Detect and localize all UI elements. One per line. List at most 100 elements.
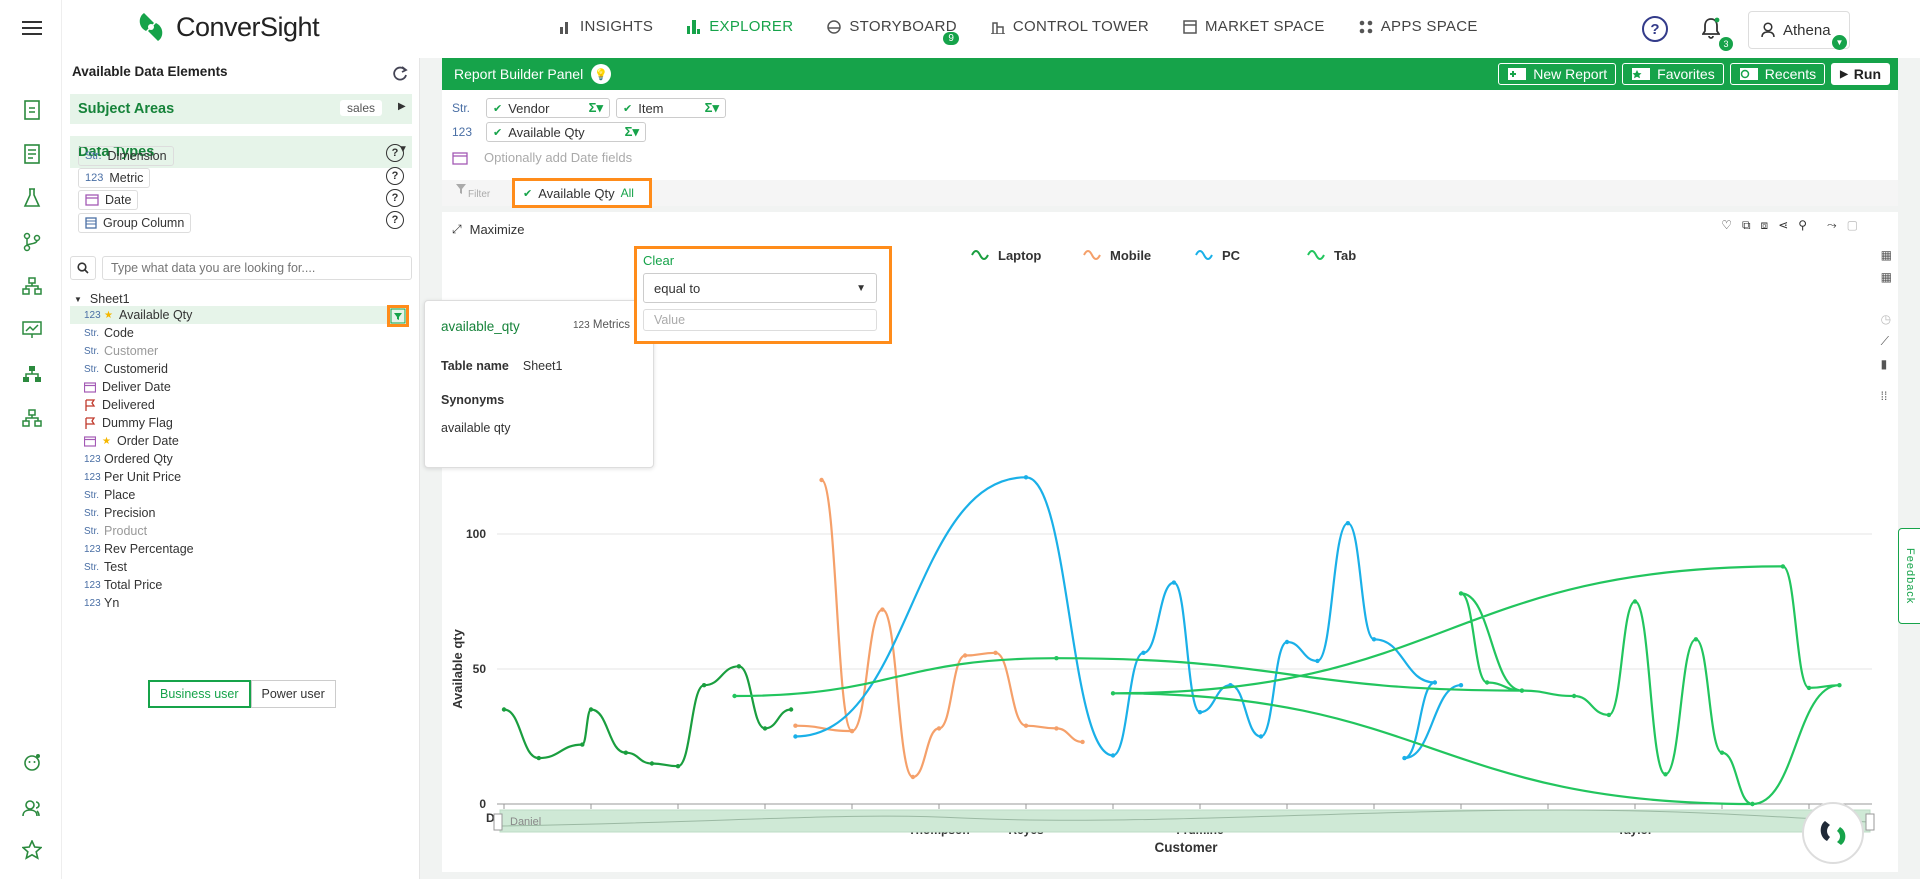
data-point: [1023, 475, 1029, 480]
legend-item[interactable]: Laptop: [971, 248, 1041, 263]
refresh-icon[interactable]: [392, 66, 408, 87]
data-type-date[interactable]: Date: [78, 190, 139, 210]
tree-root-label: Sheet1: [89, 292, 130, 306]
data-point: [1054, 726, 1059, 731]
field-label: Dummy Flag: [102, 416, 173, 430]
nav-insights[interactable]: INSIGHTS: [560, 18, 653, 35]
menu-icon[interactable]: [20, 16, 44, 40]
scroller-handle-right[interactable]: [1865, 813, 1875, 831]
field-item[interactable]: 123 Ordered Qty: [84, 450, 173, 468]
org-chart-icon[interactable]: [20, 406, 44, 430]
data-point: [1458, 591, 1464, 596]
presentation-icon[interactable]: [20, 318, 44, 342]
filter-value-input[interactable]: Value: [643, 309, 877, 331]
favorites-icon: [1632, 68, 1651, 80]
field-item[interactable]: 123 Rev Percentage: [84, 540, 194, 558]
field-item[interactable]: Str. Customer: [84, 342, 158, 360]
sigma-icon[interactable]: Σ▾: [625, 124, 639, 140]
help-icon[interactable]: ?: [1642, 16, 1668, 42]
scroller-handle-left[interactable]: [493, 813, 503, 831]
data-point: [819, 477, 824, 483]
zoom-scroller[interactable]: Daniel: [493, 809, 1875, 833]
field-item[interactable]: Str. Test: [84, 558, 127, 576]
data-type-group-column[interactable]: Group Column: [78, 213, 192, 233]
add-filter-button[interactable]: [387, 305, 409, 327]
check-icon: ✔: [493, 102, 503, 115]
field-item[interactable]: 123 Total Price: [84, 576, 162, 594]
legend-item[interactable]: PC: [1195, 248, 1241, 263]
branch-icon[interactable]: [20, 230, 44, 254]
chatbot-button[interactable]: [1802, 802, 1864, 864]
users-icon[interactable]: [20, 796, 44, 820]
field-item[interactable]: Delivered: [84, 396, 155, 414]
field-label: Customerid: [104, 362, 168, 376]
date-fields-row[interactable]: Optionally add Date fields: [452, 150, 632, 165]
field-item[interactable]: Str. Code: [84, 324, 134, 342]
report-icon[interactable]: [20, 142, 44, 166]
lightbulb-icon[interactable]: 💡: [591, 64, 612, 84]
string-type-icon: Str.: [84, 507, 100, 519]
nav-market-space[interactable]: MARKET SPACE: [1183, 18, 1325, 35]
clear-filter-link[interactable]: Clear: [643, 253, 674, 268]
available-qty-chip[interactable]: ✔ Available Qty Σ▾: [486, 122, 646, 142]
sigma-icon[interactable]: Σ▾: [589, 100, 603, 116]
field-item[interactable]: Str. Precision: [84, 504, 155, 522]
field-item[interactable]: Deliver Date: [84, 378, 171, 396]
subject-areas-header[interactable]: Subject Areas sales ▶: [70, 94, 412, 124]
search-input[interactable]: [102, 256, 412, 280]
field-item[interactable]: 123 ★ Available Qty: [84, 306, 192, 324]
subject-areas-label: Subject Areas: [78, 101, 175, 117]
help-icon[interactable]: ?: [386, 189, 404, 207]
field-item[interactable]: Dummy Flag: [84, 414, 173, 432]
data-point: [736, 664, 742, 669]
available-qty-filter-chip[interactable]: ✔ Available Qty All: [512, 178, 652, 208]
nav-control-tower[interactable]: CONTROL TOWER: [990, 18, 1149, 35]
notification-bell-icon[interactable]: [1701, 17, 1721, 44]
bot-icon[interactable]: [20, 750, 44, 774]
nav-control-tower-label: CONTROL TOWER: [1012, 18, 1149, 35]
field-item[interactable]: 123 Yn: [84, 594, 119, 612]
business-user-button[interactable]: Business user: [148, 680, 251, 708]
nav-apps-space[interactable]: APPS SPACE: [1359, 18, 1478, 35]
flask-icon[interactable]: [20, 186, 44, 210]
data-type-label: Date: [105, 193, 132, 207]
app-logo[interactable]: ConverSight: [134, 10, 320, 44]
run-button[interactable]: ▶ Run: [1831, 63, 1890, 85]
search-icon[interactable]: [70, 256, 96, 280]
legend-item[interactable]: Tab: [1307, 248, 1356, 263]
field-item[interactable]: Str. Product: [84, 522, 147, 540]
filter-icon: [456, 184, 466, 194]
field-item[interactable]: Str. Customerid: [84, 360, 168, 378]
field-item[interactable]: 123 Per Unit Price: [84, 468, 181, 486]
vendor-chip[interactable]: ✔ Vendor Σ▾: [486, 98, 610, 118]
hierarchy-icon[interactable]: [20, 274, 44, 298]
legend-item[interactable]: Mobile: [1083, 248, 1151, 263]
recents-label: Recents: [1764, 66, 1817, 82]
item-chip[interactable]: ✔ Item Σ▾: [616, 98, 726, 118]
new-report-button[interactable]: New Report: [1498, 63, 1617, 85]
field-item[interactable]: Str. Place: [84, 486, 135, 504]
data-point: [732, 693, 737, 699]
help-icon[interactable]: ?: [386, 211, 404, 229]
network-icon[interactable]: [20, 362, 44, 386]
recents-button[interactable]: Recents: [1729, 63, 1826, 85]
document-icon[interactable]: [20, 98, 44, 122]
tree-root[interactable]: ▼ Sheet1: [74, 292, 130, 306]
star-icon[interactable]: [20, 838, 44, 862]
data-point: [1837, 683, 1842, 688]
help-icon[interactable]: ?: [386, 167, 404, 185]
data-type-dimension[interactable]: Str. Dimension: [78, 146, 174, 166]
power-user-button[interactable]: Power user: [250, 680, 336, 708]
data-type-metric[interactable]: 123 Metric: [78, 168, 151, 188]
field-item[interactable]: ★ Order Date: [84, 432, 179, 450]
sigma-icon[interactable]: Σ▾: [705, 100, 719, 116]
help-icon[interactable]: ?: [386, 144, 404, 162]
favorites-button[interactable]: Favorites: [1622, 63, 1724, 85]
operator-select[interactable]: equal to ▼: [643, 273, 877, 303]
data-point: [1432, 680, 1438, 685]
data-point: [910, 774, 916, 780]
feedback-tab[interactable]: Feedback: [1898, 528, 1920, 624]
chevron-down-icon[interactable]: ▼: [1832, 35, 1847, 50]
nav-storyboard[interactable]: STORYBOARD 9: [827, 18, 960, 45]
nav-explorer[interactable]: EXPLORER: [687, 18, 793, 35]
